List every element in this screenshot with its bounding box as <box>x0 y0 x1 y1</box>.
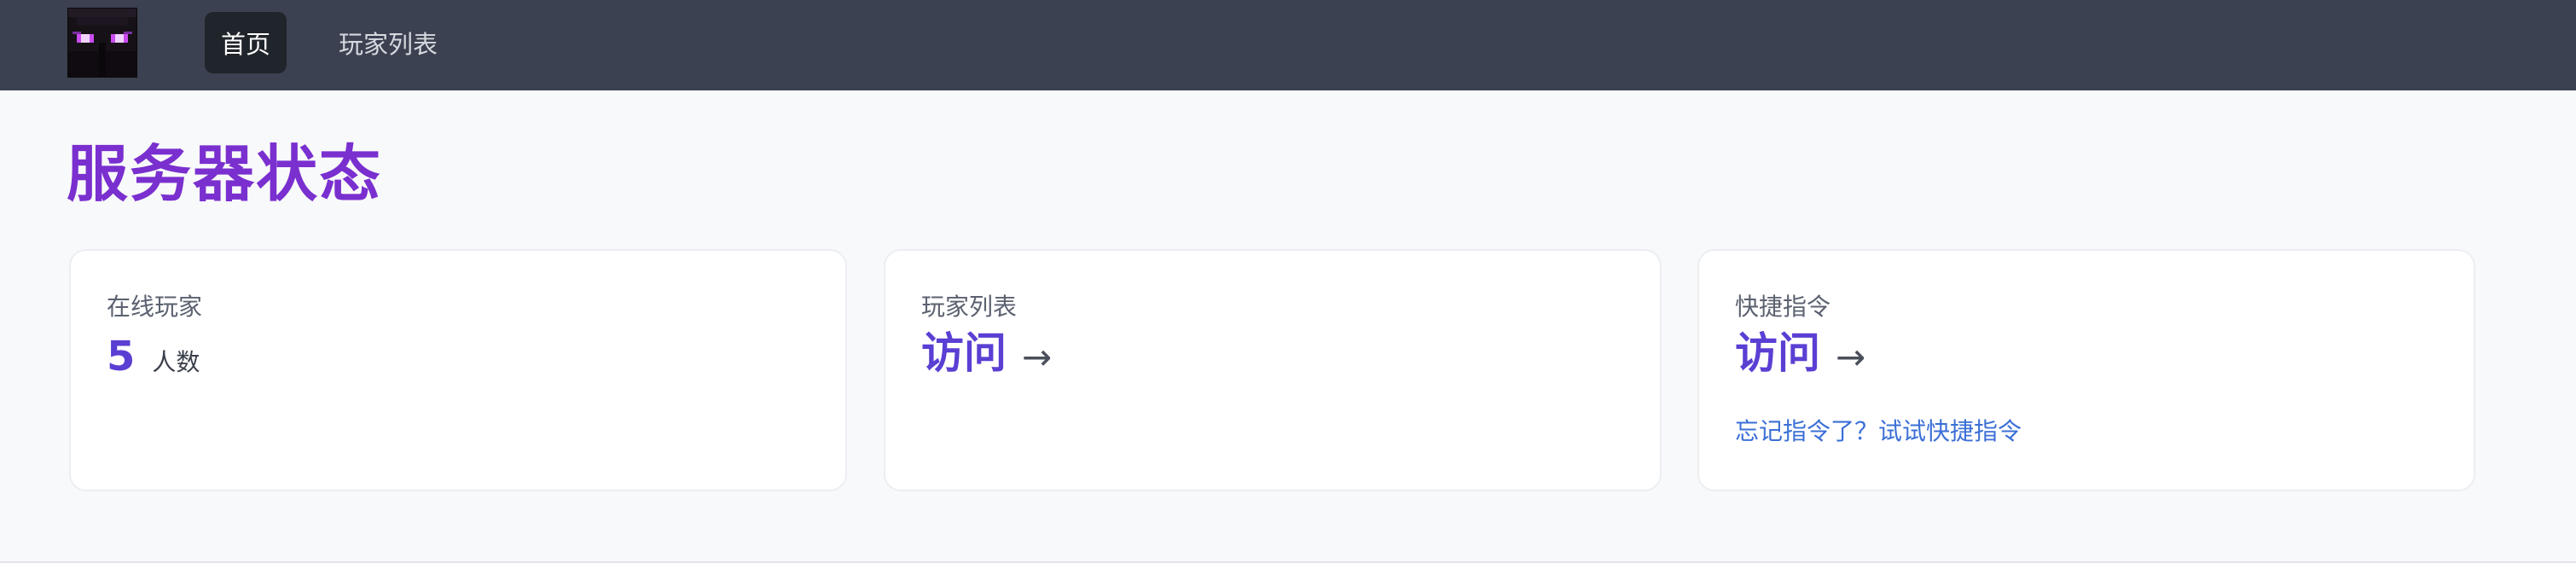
quick-commands-label: 快捷指令 <box>1735 293 1831 321</box>
online-players-count: 5 <box>107 333 136 380</box>
top-navbar: 首页 玩家列表 <box>0 0 2576 90</box>
main-content: 服务器状态 在线玩家 5 人数 玩家列表 访问 → 快捷指令 访问 → 忘记指令… <box>0 90 2576 563</box>
online-players-card: 在线玩家 5 人数 <box>69 249 847 491</box>
online-players-label: 在线玩家 <box>107 293 203 321</box>
quick-commands-visit-text: 访问 <box>1735 328 1820 378</box>
quick-commands-visit-link[interactable]: 访问 → <box>1735 331 1865 375</box>
player-list-label: 玩家列表 <box>921 293 1018 321</box>
player-list-visit-link[interactable]: 访问 → <box>921 331 1052 375</box>
quick-commands-hint-link[interactable]: 忘记指令了？试试快捷指令 <box>1735 413 2022 447</box>
player-list-card: 玩家列表 访问 → <box>884 249 1662 491</box>
online-players-unit: 人数 <box>152 348 200 376</box>
page-title: 服务器状态 <box>67 138 383 210</box>
nav-player-list-link[interactable]: 玩家列表 <box>324 12 452 73</box>
nav-home-link[interactable]: 首页 <box>205 12 287 73</box>
arrow-right-icon: → <box>1022 336 1053 378</box>
player-list-visit-text: 访问 <box>921 328 1007 378</box>
enderman-avatar-icon[interactable] <box>67 8 137 78</box>
quick-commands-card: 快捷指令 访问 → 忘记指令了？试试快捷指令 <box>1697 249 2475 491</box>
arrow-right-icon: → <box>1836 336 1866 378</box>
online-players-stat: 5 人数 <box>107 336 200 378</box>
